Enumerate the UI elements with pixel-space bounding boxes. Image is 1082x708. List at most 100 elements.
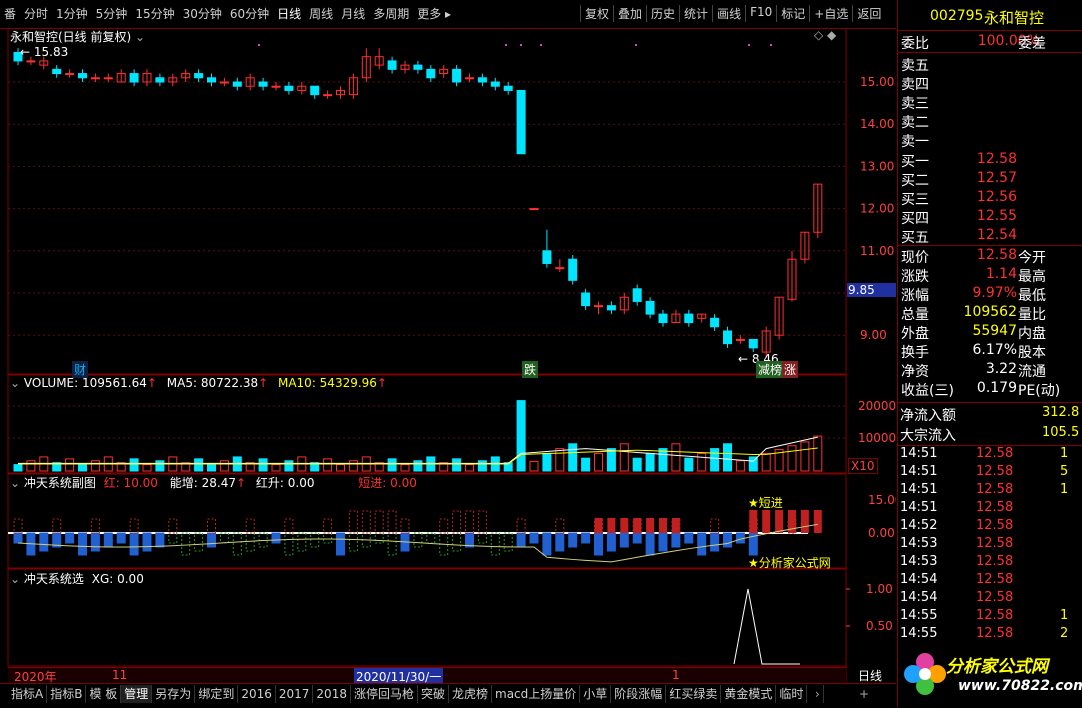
sell-row[interactable]: 卖五	[900, 55, 1080, 74]
period-tab-1[interactable]: 分时	[20, 5, 52, 22]
indicator1-bar-neg	[581, 532, 591, 544]
netflow-label: 净流入额	[900, 408, 956, 424]
bottom-tab-7[interactable]: 2017	[276, 685, 314, 703]
bottom-tab-9[interactable]: 涨停回马枪	[351, 685, 418, 703]
candle-body	[194, 73, 204, 79]
toolbar-button-7[interactable]: +自选	[809, 5, 852, 22]
tick-time: 14:51	[900, 500, 938, 515]
bottom-tab-15[interactable]: 红买绿卖	[666, 685, 722, 703]
period-tab-7[interactable]: 日线	[273, 5, 305, 22]
indicator2-name[interactable]: 冲天系统选	[24, 572, 84, 586]
buy-row[interactable]: 买四 12.55	[900, 208, 1080, 227]
toolbar-button-3[interactable]: 统计	[679, 5, 712, 22]
signal-dot	[770, 44, 772, 46]
sell-row[interactable]: 卖一	[900, 131, 1080, 150]
indicator1-bar-neg	[658, 532, 668, 552]
toolbar-button-1[interactable]: 叠加	[613, 5, 646, 22]
buy-row[interactable]: 买五 12.54	[900, 227, 1080, 246]
indicator1-bar-pos	[516, 518, 526, 534]
tick-volume: 1	[1060, 446, 1069, 461]
bottom-tab-1[interactable]: 指标B	[47, 685, 87, 703]
bottom-tab-4[interactable]: 另存为	[152, 685, 196, 703]
buy-row[interactable]: 买一 12.58	[900, 151, 1080, 170]
sell-row[interactable]: 卖三	[900, 93, 1080, 112]
toolbar-button-5[interactable]: F10	[745, 5, 776, 22]
indicator1-name[interactable]: 冲天系统副图	[24, 476, 96, 490]
stat-value: 1.14	[985, 266, 1017, 282]
bottom-tab-17[interactable]: 临时	[776, 685, 808, 703]
sell-row[interactable]: 卖四	[900, 74, 1080, 93]
bottom-tab-5[interactable]: 绑定到	[195, 685, 239, 703]
period-label[interactable]: 日线	[858, 667, 882, 684]
marker-die[interactable]: 跌	[522, 361, 539, 378]
period-tab-3[interactable]: 5分钟	[92, 5, 132, 22]
marker-lhb[interactable]: 减榜	[756, 361, 785, 378]
toolbar-button-8[interactable]: 返回	[852, 5, 885, 22]
period-tab-2[interactable]: 1分钟	[52, 5, 92, 22]
bottom-tab-8[interactable]: 2018	[313, 685, 351, 703]
candle-body	[103, 77, 113, 80]
tick-time: 14:53	[900, 536, 938, 551]
bottom-tab-13[interactable]: 小草	[580, 685, 612, 703]
bottom-tab-3[interactable]: 管理	[121, 685, 153, 703]
volume-bar	[645, 452, 655, 472]
candle-body	[684, 313, 694, 324]
indicator1-bar-neg	[452, 532, 462, 552]
candle-body	[568, 258, 578, 281]
period-tab-5[interactable]: 30分钟	[179, 5, 226, 22]
toolbar-button-4[interactable]: 画线	[712, 5, 745, 22]
bottom-tab-14[interactable]: 阶段涨幅	[611, 685, 667, 703]
period-tab-10[interactable]: 多周期	[369, 5, 413, 22]
candle-body	[606, 305, 616, 311]
indicator1-bar-red	[646, 518, 655, 533]
indicator1-bar-neg	[555, 532, 565, 552]
timeline-bar[interactable]: 2020年 11 2020/11/30/一 1	[8, 667, 846, 685]
bottom-tab-16[interactable]: 黄金模式	[721, 685, 777, 703]
bottom-tab-2[interactable]: 模 板	[86, 685, 122, 703]
toolbar-button-0[interactable]: 复权	[580, 5, 613, 22]
toolbar-button-6[interactable]: 标记	[776, 5, 809, 22]
tab-scroll-right-icon[interactable]: ›	[812, 685, 824, 703]
volume-bar	[658, 448, 668, 472]
buy-row[interactable]: 买二 12.57	[900, 170, 1080, 189]
chevron-down-icon[interactable]: ⌄	[135, 30, 145, 44]
indicator1-bar-red	[620, 518, 629, 533]
sell-row[interactable]: 卖二	[900, 112, 1080, 131]
weibi-row: 委比 100.00% 委差	[900, 33, 1080, 52]
stat-value: 55947	[972, 323, 1017, 339]
buy-row[interactable]: 买三 12.56	[900, 189, 1080, 208]
add-tab-icon[interactable]: +	[856, 685, 872, 703]
bottom-tab-11[interactable]: 龙虎榜	[449, 685, 493, 703]
tick-time: 14:54	[900, 590, 938, 605]
period-tab-8[interactable]: 周线	[305, 5, 337, 22]
sell-label: 卖一	[901, 134, 929, 150]
marker-zhang[interactable]: 涨	[782, 361, 799, 378]
tick-row: 14:54 12.58	[900, 572, 1080, 590]
chevron-down-icon[interactable]: ⌄	[10, 572, 20, 586]
candle-body	[490, 81, 500, 87]
period-tab-0[interactable]: 番	[0, 5, 20, 22]
candle-body	[710, 317, 720, 328]
period-tab-9[interactable]: 月线	[337, 5, 369, 22]
diamond-icon[interactable]: ◇ ◆	[814, 28, 836, 42]
period-tab-11[interactable]: 更多 ▸	[413, 5, 455, 22]
volume-bar	[555, 448, 565, 472]
chevron-down-icon[interactable]: ⌄	[10, 376, 20, 390]
tick-price: 12.58	[976, 572, 1014, 587]
period-tab-6[interactable]: 60分钟	[226, 5, 273, 22]
tick-volume: 1	[1060, 608, 1069, 623]
bottom-tab-0[interactable]: 指标A	[8, 685, 48, 703]
bottom-tab-10[interactable]: 突破	[418, 685, 449, 703]
bottom-tab-6[interactable]: 2016	[238, 685, 276, 703]
indicator1-bar-neg	[39, 532, 49, 552]
volume-bar	[155, 460, 165, 472]
candle-body	[632, 288, 642, 302]
bottom-tab-12[interactable]: macd上扬量价	[492, 685, 581, 703]
indicator1-bar-pos	[452, 510, 462, 534]
signal-dot	[540, 44, 542, 46]
toolbar-button-2[interactable]: 历史	[646, 5, 679, 22]
chevron-down-icon[interactable]: ⌄	[10, 476, 20, 490]
period-tab-4[interactable]: 15分钟	[131, 5, 178, 22]
tick-time: 14:52	[900, 518, 938, 533]
indicator1-bar-neg	[619, 532, 629, 548]
